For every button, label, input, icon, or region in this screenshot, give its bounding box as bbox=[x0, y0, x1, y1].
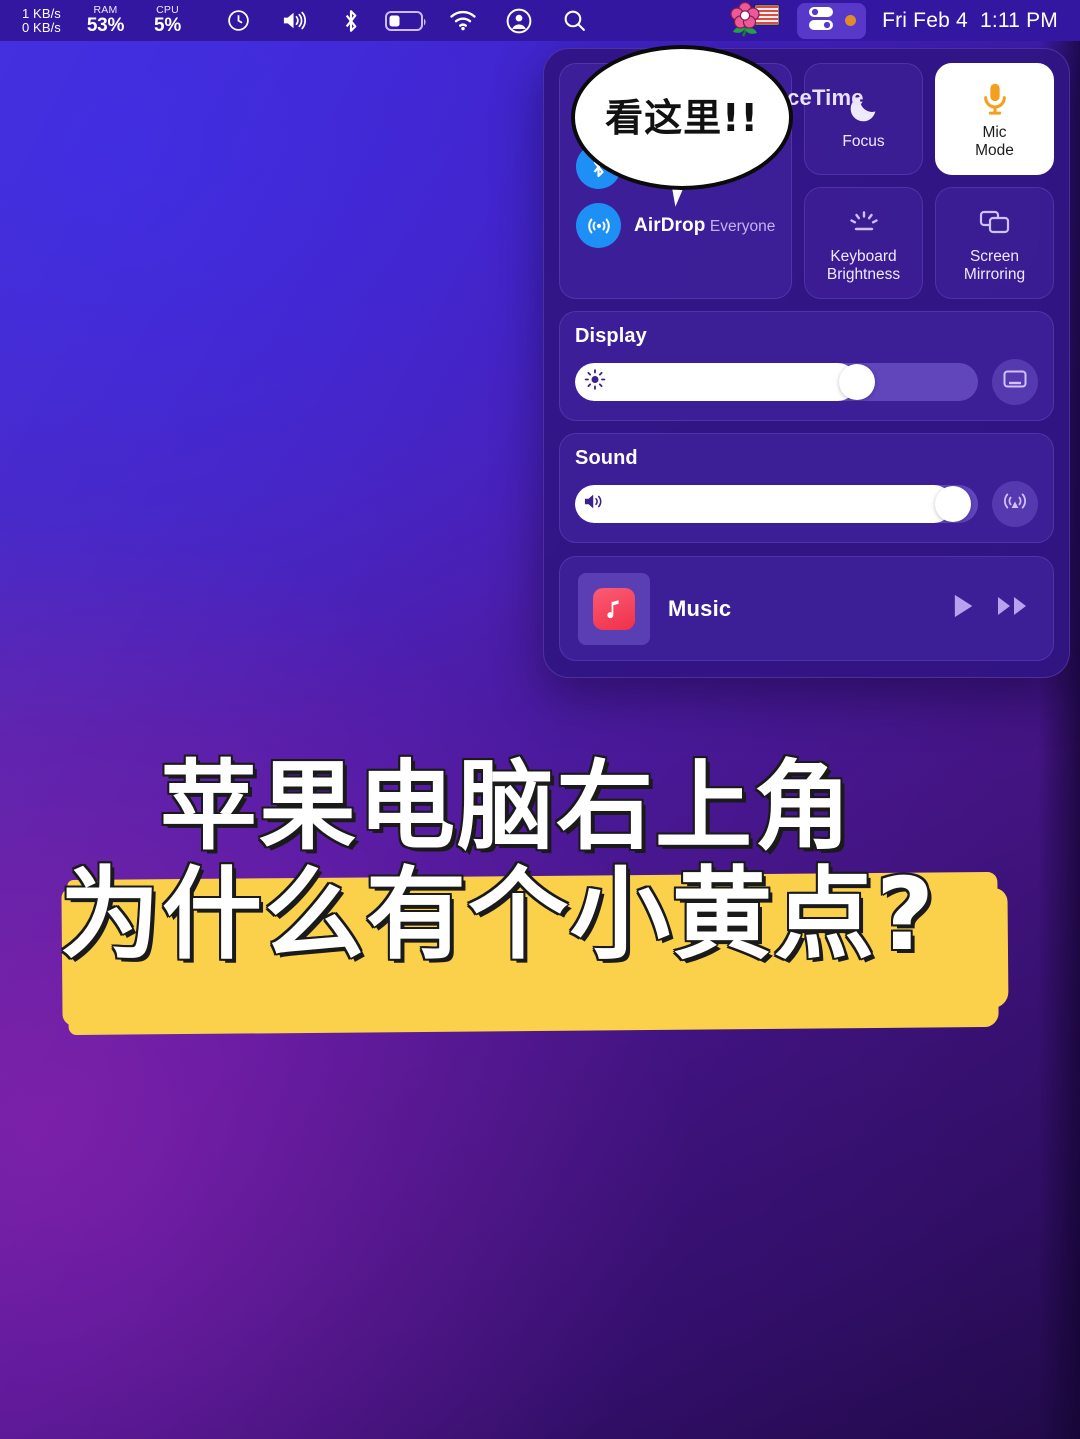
airdrop-text: AirDrop Everyone bbox=[634, 215, 775, 237]
display-brightness-slider[interactable] bbox=[575, 363, 978, 401]
speech-bubble-tail-cap bbox=[659, 153, 701, 173]
fast-forward-icon[interactable] bbox=[997, 593, 1031, 624]
sound-slider-row bbox=[575, 481, 1038, 527]
menu-bar-right-group: Fri Feb 4 1:11 PM bbox=[721, 0, 1080, 41]
sound-card: Sound bbox=[559, 433, 1054, 543]
quick-tiles-row-1: Focus Mic Mode bbox=[804, 63, 1054, 175]
music-title: Music bbox=[668, 595, 732, 621]
menu-bar: 1 KB/s 0 KB/s RAM 53% CPU 5% Fri Feb 4 1… bbox=[0, 0, 1080, 41]
video-caption: 苹果电脑右上角 为什么有个小黄点? bbox=[0, 750, 1080, 1036]
music-artwork bbox=[578, 572, 650, 645]
mic-mode-tile-label: Mic Mode bbox=[975, 123, 1014, 159]
sound-volume-slider[interactable] bbox=[575, 485, 978, 523]
control-center-button[interactable] bbox=[797, 2, 867, 39]
network-speed-indicator[interactable]: 1 KB/s 0 KB/s bbox=[22, 7, 87, 34]
display-settings-icon bbox=[1002, 369, 1028, 396]
music-controls bbox=[949, 592, 1035, 625]
brightness-icon bbox=[584, 369, 606, 396]
wifi-icon[interactable] bbox=[435, 0, 491, 41]
network-download-speed: 1 KB/s bbox=[22, 6, 61, 22]
user-account-icon[interactable] bbox=[491, 0, 547, 41]
ram-indicator[interactable]: RAM 53% bbox=[86, 4, 154, 37]
caption-line-2: 为什么有个小黄点? bbox=[60, 855, 937, 973]
focus-tile[interactable]: Focus bbox=[804, 63, 923, 175]
time-machine-icon[interactable] bbox=[211, 0, 267, 41]
menu-bar-left-group: 1 KB/s 0 KB/s RAM 53% CPU 5% bbox=[0, 0, 603, 41]
airplay-audio-button[interactable] bbox=[992, 481, 1038, 527]
microphone-icon bbox=[979, 79, 1011, 119]
caption-line-1: 苹果电脑右上角 bbox=[160, 750, 853, 863]
battery-icon[interactable] bbox=[379, 0, 435, 41]
mic-in-use-orange-dot bbox=[845, 15, 857, 26]
display-settings-button[interactable] bbox=[992, 359, 1038, 405]
keyboard-brightness-tile[interactable]: Keyboard Brightness bbox=[804, 187, 923, 299]
display-slider-fill bbox=[575, 363, 858, 401]
screen-mirroring-tile-label: Screen Mirroring bbox=[963, 247, 1026, 283]
apple-music-icon bbox=[593, 587, 635, 630]
screen-mirroring-icon bbox=[977, 203, 1013, 243]
keyboard-light-icon bbox=[846, 203, 882, 243]
flower-sticker-icon bbox=[721, 0, 795, 41]
screen-mirroring-tile[interactable]: Screen Mirroring bbox=[935, 187, 1054, 299]
ram-value: 53% bbox=[86, 15, 125, 37]
callout-speech-bubble: 看这里!! bbox=[571, 45, 793, 190]
keyboard-brightness-tile-label: Keyboard Brightness bbox=[826, 247, 901, 283]
airplay-audio-icon bbox=[1002, 489, 1028, 520]
sound-title: Sound bbox=[575, 447, 638, 469]
focus-tile-label: Focus bbox=[842, 132, 885, 150]
volume-icon[interactable] bbox=[267, 0, 323, 41]
search-icon[interactable] bbox=[547, 0, 603, 41]
menu-bar-clock[interactable]: Fri Feb 4 1:11 PM bbox=[870, 9, 1066, 33]
cpu-indicator[interactable]: CPU 5% bbox=[154, 4, 211, 37]
display-slider-row bbox=[575, 359, 1038, 405]
network-upload-speed: 0 KB/s bbox=[22, 19, 61, 35]
bluetooth-icon[interactable] bbox=[323, 0, 379, 41]
play-icon[interactable] bbox=[949, 592, 977, 625]
display-title: Display bbox=[575, 325, 647, 347]
airdrop-icon bbox=[576, 203, 621, 248]
control-center-icon bbox=[806, 3, 836, 38]
speaker-icon bbox=[584, 492, 608, 517]
airdrop-subtitle: Everyone bbox=[709, 217, 776, 235]
mic-mode-tile[interactable]: Mic Mode bbox=[935, 63, 1054, 175]
airdrop-title: AirDrop bbox=[634, 214, 706, 236]
quick-tiles-row-2: Keyboard Brightness Screen Mirroring bbox=[804, 187, 1054, 299]
music-card[interactable]: Music bbox=[559, 556, 1054, 661]
display-slider-knob[interactable] bbox=[839, 364, 876, 400]
cpu-value: 5% bbox=[154, 15, 181, 37]
sound-slider-fill bbox=[575, 485, 953, 523]
display-card: Display bbox=[559, 311, 1054, 421]
speech-bubble-text: 看这里!! bbox=[605, 96, 759, 140]
sound-slider-knob[interactable] bbox=[934, 486, 971, 522]
